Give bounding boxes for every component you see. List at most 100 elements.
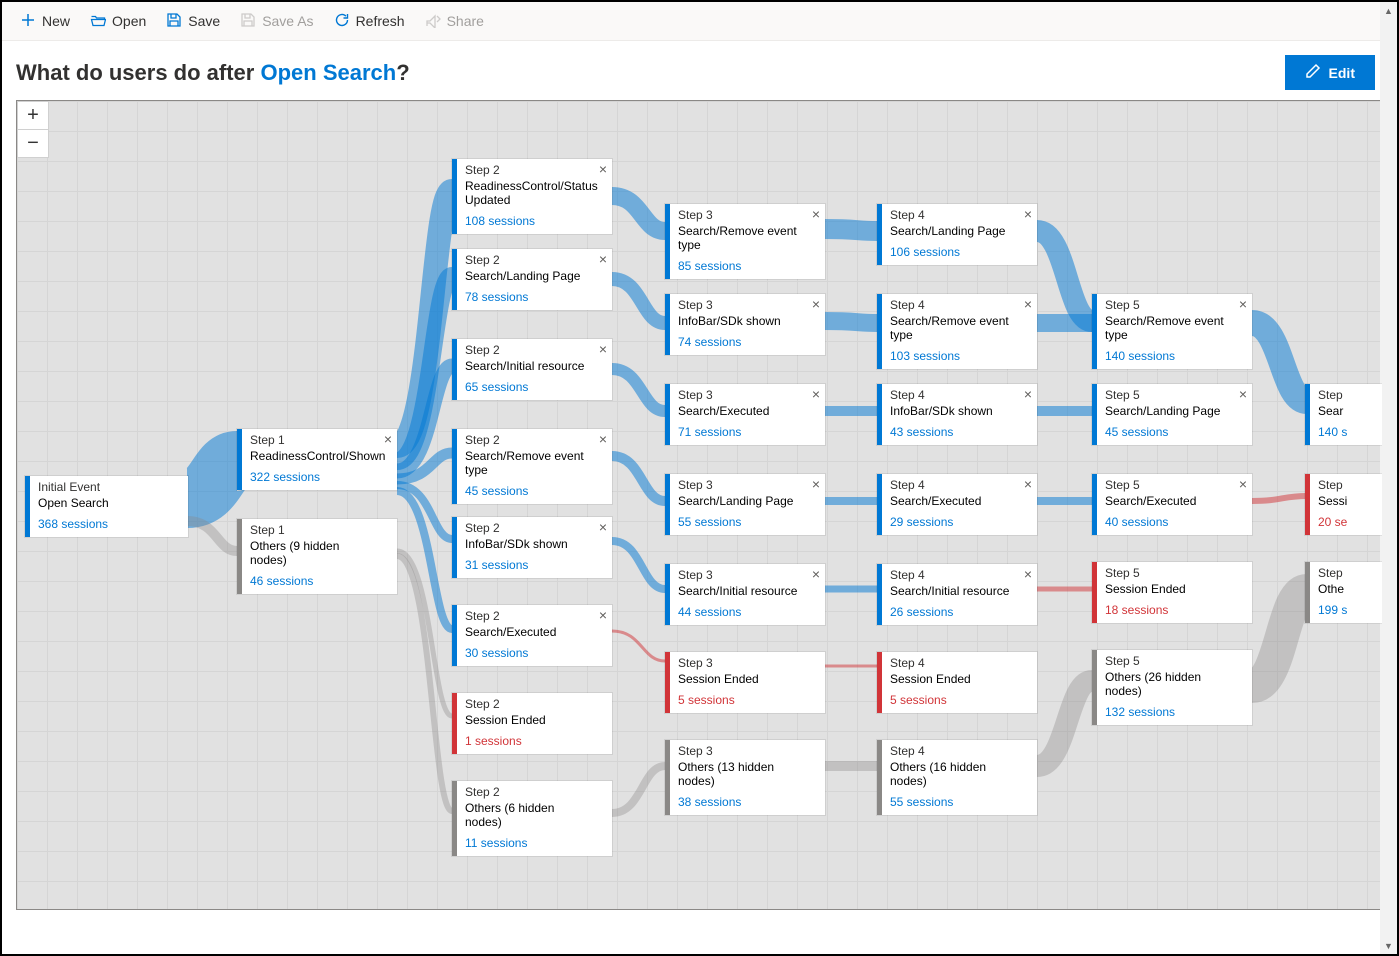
close-icon[interactable]: × — [812, 207, 820, 221]
node-sessions: 55 sessions — [678, 515, 801, 529]
node-name: Search/Initial resource — [465, 360, 588, 374]
node-s4f[interactable]: Step 4Session Ended5 sessions — [877, 652, 1037, 713]
node-s4c[interactable]: ×Step 4InfoBar/SDk shown43 sessions — [877, 384, 1037, 445]
node-step: Step 2 — [465, 521, 588, 535]
node-s2f[interactable]: ×Step 2Search/Executed30 sessions — [452, 605, 612, 666]
close-icon[interactable]: × — [812, 477, 820, 491]
node-sessions: 18 sessions — [1105, 603, 1228, 617]
close-icon[interactable]: × — [599, 342, 607, 356]
node-s5a[interactable]: ×Step 5Search/Remove event type140 sessi… — [1092, 294, 1252, 369]
node-s1b[interactable]: Step 1 Others (9 hidden nodes) 46 sessio… — [237, 519, 397, 594]
node-s1a[interactable]: × Step 1 ReadinessControl/Shown 322 sess… — [237, 429, 397, 490]
open-button[interactable]: Open — [82, 8, 154, 35]
node-s5c[interactable]: ×Step 5Search/Executed40 sessions — [1092, 474, 1252, 535]
close-icon[interactable]: × — [1239, 297, 1247, 311]
node-s3e[interactable]: ×Step 3Search/Initial resource44 session… — [665, 564, 825, 625]
node-sessions: 5 sessions — [678, 693, 801, 707]
close-icon[interactable]: × — [1239, 387, 1247, 401]
title-pre: What do users do after — [16, 60, 260, 85]
node-name: Search/Landing Page — [678, 495, 801, 509]
node-s4b[interactable]: ×Step 4Search/Remove event type103 sessi… — [877, 294, 1037, 369]
node-step: Step 4 — [890, 298, 1013, 312]
close-icon[interactable]: × — [599, 520, 607, 534]
node-name: Session Ended — [465, 714, 588, 728]
node-sessions: 85 sessions — [678, 259, 801, 273]
node-step: Step 2 — [465, 343, 588, 357]
node-s3f[interactable]: Step 3Session Ended5 sessions — [665, 652, 825, 713]
node-s4d[interactable]: ×Step 4Search/Executed29 sessions — [877, 474, 1037, 535]
node-s3c[interactable]: ×Step 3Search/Executed71 sessions — [665, 384, 825, 445]
save-label: Save — [188, 13, 220, 29]
save-as-icon — [240, 12, 256, 31]
header: What do users do after Open Search? Edit — [2, 41, 1397, 100]
node-s2c[interactable]: ×Step 2Search/Initial resource65 session… — [452, 339, 612, 400]
node-sessions: 55 sessions — [890, 795, 1013, 809]
new-button[interactable]: New — [12, 8, 78, 35]
node-sessions: 140 s — [1318, 425, 1377, 439]
node-s4g[interactable]: Step 4Others (16 hidden nodes)55 session… — [877, 740, 1037, 815]
node-s5e[interactable]: Step 5Others (26 hidden nodes)132 sessio… — [1092, 650, 1252, 725]
close-icon[interactable]: × — [1024, 477, 1032, 491]
close-icon[interactable]: × — [1239, 477, 1247, 491]
node-s3g[interactable]: Step 3Others (13 hidden nodes)38 session… — [665, 740, 825, 815]
node-s3a[interactable]: ×Step 3Search/Remove event type85 sessio… — [665, 204, 825, 279]
page-title: What do users do after Open Search? — [16, 60, 410, 86]
node-s5d[interactable]: Step 5Session Ended18 sessions — [1092, 562, 1252, 623]
node-name: Search/Executed — [465, 626, 588, 640]
close-icon[interactable]: × — [599, 252, 607, 266]
node-s2g[interactable]: Step 2Session Ended1 sessions — [452, 693, 612, 754]
close-icon[interactable]: × — [812, 567, 820, 581]
node-s4a[interactable]: ×Step 4Search/Landing Page106 sessions — [877, 204, 1037, 265]
node-step: Step 5 — [1105, 298, 1228, 312]
node-step: Step 5 — [1105, 388, 1228, 402]
save-button[interactable]: Save — [158, 8, 228, 35]
node-s5b[interactable]: ×Step 5Search/Landing Page45 sessions — [1092, 384, 1252, 445]
flow-canvas[interactable]: + − — [16, 100, 1383, 910]
close-icon[interactable]: × — [599, 608, 607, 622]
node-sessions: 106 sessions — [890, 245, 1013, 259]
node-sessions: 199 s — [1318, 603, 1377, 617]
node-name: ReadinessControl/Shown — [250, 450, 373, 464]
close-icon[interactable]: × — [1024, 567, 1032, 581]
save-icon — [166, 12, 182, 31]
node-s2d[interactable]: ×Step 2Search/Remove event type45 sessio… — [452, 429, 612, 504]
close-icon[interactable]: × — [1024, 387, 1032, 401]
node-s2a[interactable]: ×Step 2ReadinessControl/Status Updated10… — [452, 159, 612, 234]
node-s3d[interactable]: ×Step 3Search/Landing Page55 sessions — [665, 474, 825, 535]
node-s3b[interactable]: ×Step 3InfoBar/SDk shown74 sessions — [665, 294, 825, 355]
node-s2b[interactable]: ×Step 2Search/Landing Page78 sessions — [452, 249, 612, 310]
close-icon[interactable]: × — [599, 432, 607, 446]
node-s4e[interactable]: ×Step 4Search/Initial resource26 session… — [877, 564, 1037, 625]
node-name: ReadinessControl/Status Updated — [465, 180, 588, 208]
close-icon[interactable]: × — [384, 432, 392, 446]
node-s6c[interactable]: StepOthe199 s — [1305, 562, 1383, 623]
close-icon[interactable]: × — [1024, 297, 1032, 311]
vertical-scrollbar[interactable]: ▲ ▼ — [1380, 2, 1397, 954]
node-sessions: 74 sessions — [678, 335, 801, 349]
node-s2h[interactable]: Step 2Others (6 hidden nodes)11 sessions — [452, 781, 612, 856]
open-label: Open — [112, 13, 146, 29]
node-step: Step 3 — [678, 208, 801, 222]
close-icon[interactable]: × — [812, 297, 820, 311]
node-step: Step — [1318, 388, 1377, 402]
node-name: Search/Landing Page — [1105, 405, 1228, 419]
node-s6a[interactable]: StepSear140 s — [1305, 384, 1383, 445]
zoom-out-button[interactable]: − — [18, 129, 48, 157]
node-step: Step 3 — [678, 656, 801, 670]
node-name: Search/Executed — [1105, 495, 1228, 509]
node-sessions: 43 sessions — [890, 425, 1013, 439]
scroll-up-icon[interactable]: ▲ — [1380, 2, 1397, 19]
node-sessions: 44 sessions — [678, 605, 801, 619]
zoom-in-button[interactable]: + — [18, 102, 48, 129]
node-s2e[interactable]: ×Step 2InfoBar/SDk shown31 sessions — [452, 517, 612, 578]
scroll-down-icon[interactable]: ▼ — [1380, 937, 1397, 954]
node-initial[interactable]: Initial Event Open Search 368 sessions — [25, 476, 188, 537]
node-step: Step 4 — [890, 208, 1013, 222]
close-icon[interactable]: × — [599, 162, 607, 176]
refresh-button[interactable]: Refresh — [326, 8, 413, 35]
close-icon[interactable]: × — [812, 387, 820, 401]
node-s6b[interactable]: StepSessi20 se — [1305, 474, 1383, 535]
node-name: InfoBar/SDk shown — [465, 538, 588, 552]
edit-button[interactable]: Edit — [1285, 55, 1375, 90]
close-icon[interactable]: × — [1024, 207, 1032, 221]
